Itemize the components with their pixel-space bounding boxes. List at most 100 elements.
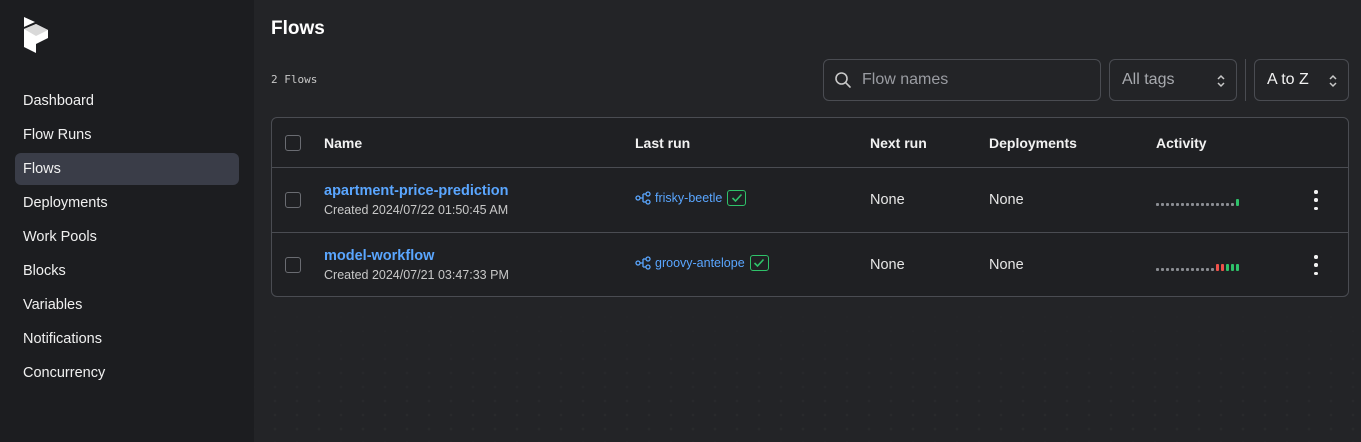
sort-select[interactable]: A to Z	[1254, 59, 1349, 101]
sidebar-item-label: Blocks	[23, 263, 66, 279]
sidebar-item-flows[interactable]: Flows	[15, 153, 239, 185]
check-icon	[754, 258, 765, 268]
last-run-name: groovy-antelope	[655, 256, 745, 270]
sidebar-item-label: Dashboard	[23, 93, 94, 109]
activity-bar-empty	[1176, 203, 1179, 206]
activity-bar-ok	[1236, 264, 1239, 271]
activity-bar-empty	[1211, 268, 1214, 271]
sidebar-item-flow-runs[interactable]: Flow Runs	[15, 119, 239, 151]
activity-bar-empty	[1161, 203, 1164, 206]
activity-bar-empty	[1176, 268, 1179, 271]
sidebar-nav: Dashboard Flow Runs Flows Deployments Wo…	[15, 85, 239, 391]
row-menu-button[interactable]	[1308, 190, 1324, 210]
sidebar-item-label: Work Pools	[23, 229, 97, 245]
check-icon	[731, 193, 742, 203]
flows-table: Name Last run Next run Deployments Activ…	[271, 117, 1349, 297]
last-run-link[interactable]: groovy-antelope	[635, 255, 769, 271]
activity-bar-ok	[1231, 264, 1234, 271]
activity-bar-empty	[1191, 268, 1194, 271]
activity-bar-empty	[1231, 203, 1234, 206]
flow-name-link[interactable]: model-workflow	[324, 248, 434, 264]
vertical-ellipsis-icon	[1314, 255, 1318, 259]
sidebar-item-concurrency[interactable]: Concurrency	[15, 357, 239, 389]
sidebar-item-variables[interactable]: Variables	[15, 289, 239, 321]
activity-chart	[1156, 198, 1241, 206]
table-row: apartment-price-prediction Created 2024/…	[272, 168, 1348, 233]
activity-bar-ok	[1236, 199, 1239, 206]
flow-run-icon	[635, 191, 651, 205]
activity-bar-empty	[1156, 268, 1159, 271]
next-run-value: None	[870, 192, 905, 208]
activity-bar-empty	[1156, 203, 1159, 206]
sidebar-item-deployments[interactable]: Deployments	[15, 187, 239, 219]
table-header: Name Last run Next run Deployments Activ…	[272, 118, 1348, 168]
vertical-ellipsis-icon	[1314, 263, 1318, 267]
prefect-logo[interactable]	[23, 16, 49, 54]
sidebar-item-label: Variables	[23, 297, 83, 313]
last-run-name: frisky-beetle	[655, 191, 723, 205]
activity-bar-empty	[1161, 268, 1164, 271]
activity-bar-empty	[1216, 203, 1219, 206]
activity-bar-empty	[1186, 203, 1189, 206]
activity-bar-empty	[1181, 203, 1184, 206]
search-input[interactable]	[852, 71, 1100, 89]
activity-bar-empty	[1166, 203, 1169, 206]
flow-run-icon	[635, 256, 651, 270]
column-header-last-run: Last run	[635, 135, 691, 151]
completed-state-badge	[727, 190, 747, 206]
flow-count: 2 Flows	[271, 73, 318, 86]
page-title: Flows	[271, 18, 325, 39]
main-content: Flows 2 Flows All tags A to Z Name Last …	[254, 0, 1361, 442]
activity-bar-empty	[1206, 203, 1209, 206]
sidebar-item-label: Concurrency	[23, 365, 106, 381]
vertical-ellipsis-icon	[1314, 206, 1318, 210]
activity-bar-empty	[1171, 203, 1174, 206]
sidebar-item-blocks[interactable]: Blocks	[15, 255, 239, 287]
activity-bar-empty	[1211, 203, 1214, 206]
row-checkbox[interactable]	[285, 257, 301, 273]
column-header-name[interactable]: Name	[324, 135, 362, 151]
activity-bar-empty	[1226, 203, 1229, 206]
tags-select[interactable]: All tags	[1109, 59, 1237, 101]
column-header-activity: Activity	[1156, 135, 1207, 151]
last-run-link[interactable]: frisky-beetle	[635, 190, 747, 206]
sort-select-value: A to Z	[1267, 71, 1309, 88]
flow-created-date: Created 2024/07/21 03:47:33 PM	[324, 268, 509, 282]
flow-name-link[interactable]: apartment-price-prediction	[324, 183, 509, 199]
activity-bar-empty	[1166, 268, 1169, 271]
select-all-checkbox[interactable]	[285, 135, 301, 151]
vertical-ellipsis-icon	[1314, 198, 1318, 202]
activity-bar-empty	[1196, 268, 1199, 271]
activity-bar-empty	[1206, 268, 1209, 271]
sidebar-item-label: Flows	[23, 161, 61, 177]
completed-state-badge	[749, 255, 769, 271]
flow-created-date: Created 2024/07/22 01:50:45 AM	[324, 203, 509, 217]
next-run-value: None	[870, 257, 905, 273]
activity-bar-empty	[1171, 268, 1174, 271]
sidebar-item-label: Notifications	[23, 331, 102, 347]
row-checkbox[interactable]	[285, 192, 301, 208]
vertical-ellipsis-icon	[1314, 271, 1318, 275]
search-icon	[834, 71, 852, 89]
deployments-value: None	[989, 257, 1024, 273]
activity-bar-empty	[1196, 203, 1199, 206]
activity-bar-empty	[1181, 268, 1184, 271]
activity-bar-empty	[1201, 268, 1204, 271]
sidebar-item-dashboard[interactable]: Dashboard	[15, 85, 239, 117]
column-header-deployments: Deployments	[989, 135, 1077, 151]
tags-select-value: All tags	[1122, 71, 1175, 88]
filter-divider	[1245, 59, 1246, 101]
sidebar: Dashboard Flow Runs Flows Deployments Wo…	[0, 0, 254, 442]
sidebar-item-work-pools[interactable]: Work Pools	[15, 221, 239, 253]
chevron-up-down-icon	[1328, 73, 1338, 89]
activity-bar-ok	[1226, 264, 1229, 271]
activity-bar-empty	[1191, 203, 1194, 206]
sidebar-item-notifications[interactable]: Notifications	[15, 323, 239, 355]
activity-bar-fail	[1221, 264, 1224, 271]
activity-bar-empty	[1221, 203, 1224, 206]
row-menu-button[interactable]	[1308, 255, 1324, 275]
deployments-value: None	[989, 192, 1024, 208]
activity-bar-empty	[1201, 203, 1204, 206]
activity-chart	[1156, 263, 1241, 271]
table-row: model-workflow Created 2024/07/21 03:47:…	[272, 233, 1348, 296]
